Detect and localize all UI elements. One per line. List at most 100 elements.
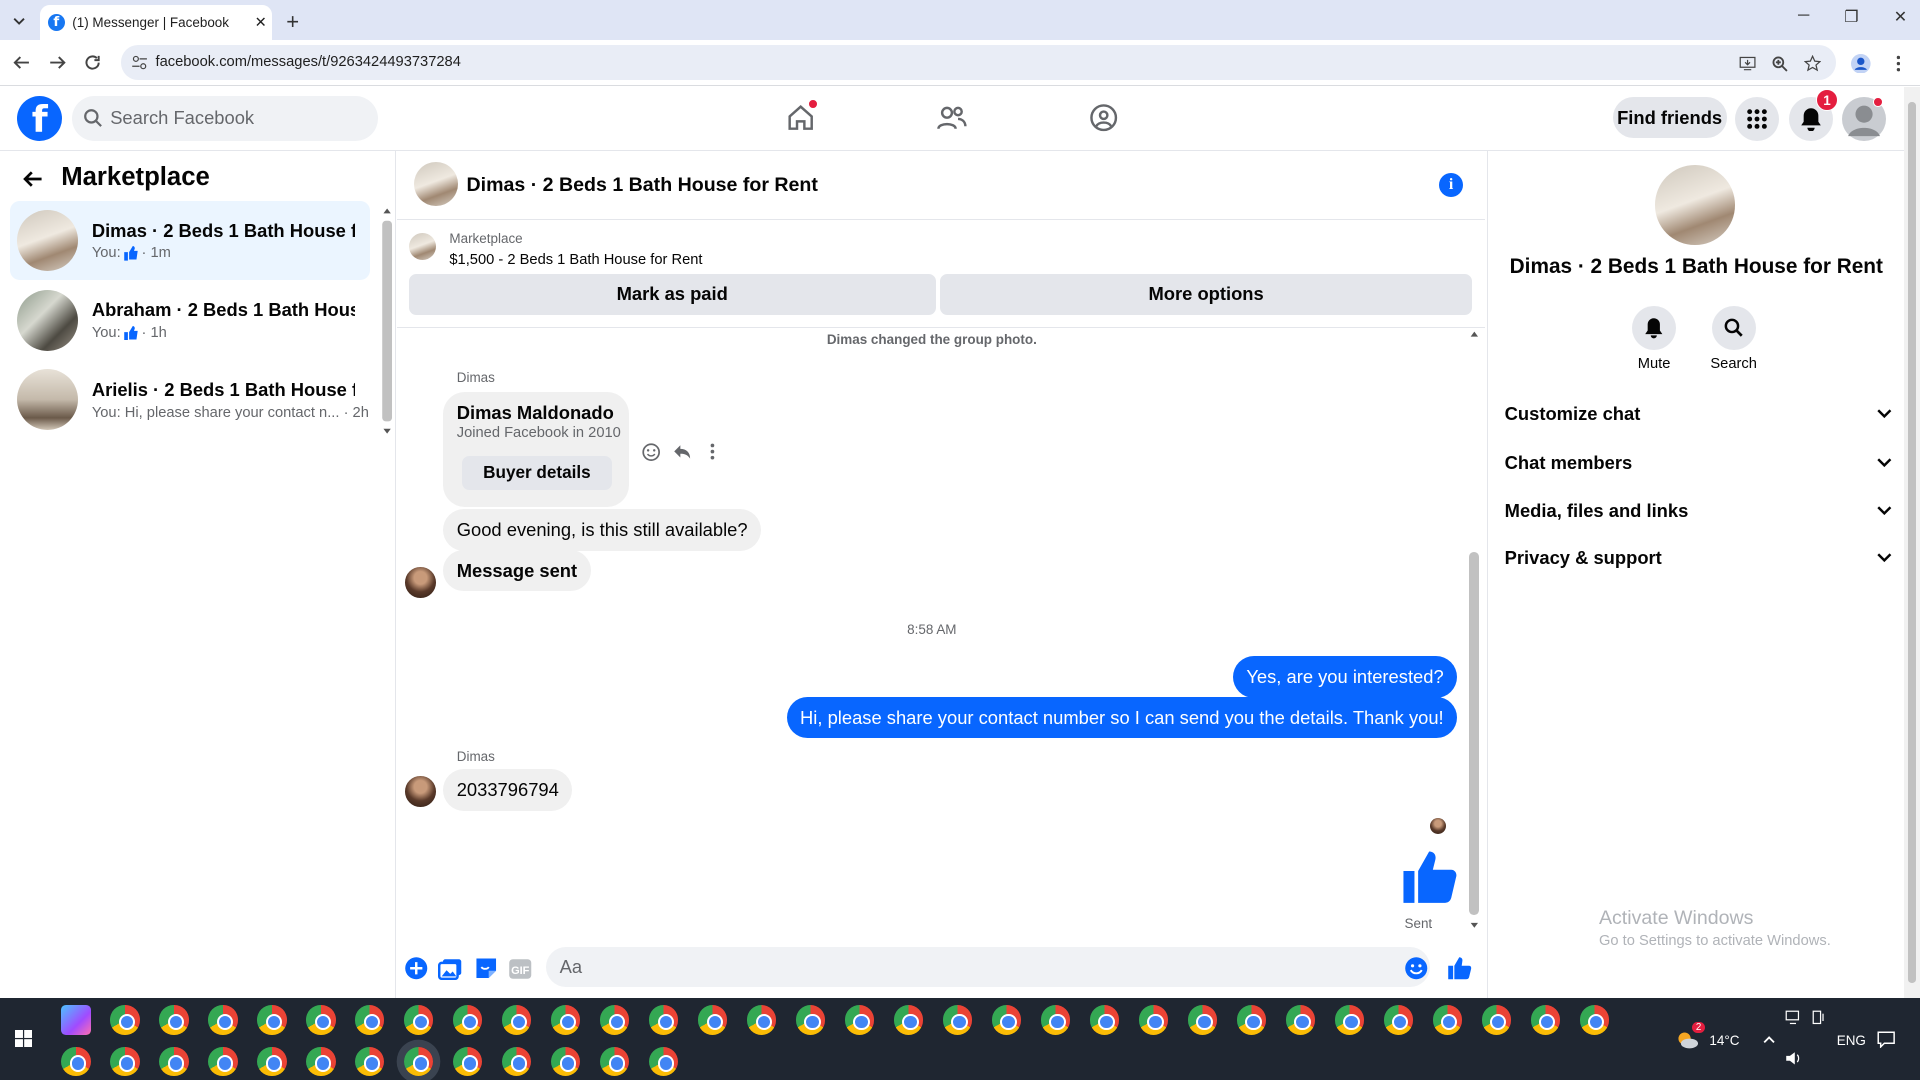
conversation-item[interactable]: Abraham · 2 Beds 1 Bath House ... You: ·…: [10, 280, 370, 360]
chat-members-section[interactable]: Chat members: [1505, 441, 1892, 485]
chrome-taskbar-icon[interactable]: [1236, 1005, 1267, 1035]
chat-scrollbar[interactable]: [1467, 328, 1482, 935]
url-bar[interactable]: facebook.com/messages/t/9263424493737284: [121, 45, 1836, 80]
volume-icon[interactable]: [1785, 1051, 1802, 1066]
chrome-taskbar-icon[interactable]: [1334, 1005, 1365, 1035]
site-info-icon[interactable]: [131, 54, 148, 71]
photo-icon[interactable]: [437, 955, 464, 982]
tab-search-button[interactable]: [7, 10, 31, 32]
chrome-taskbar-icon[interactable]: [991, 1005, 1022, 1035]
browser-menu-icon[interactable]: [1886, 51, 1910, 75]
chrome-taskbar-icon[interactable]: [648, 1005, 679, 1035]
sent-like-thumb-icon[interactable]: [1401, 849, 1457, 905]
zoom-icon[interactable]: [1767, 51, 1791, 75]
more-options-button[interactable]: More options: [940, 274, 1472, 315]
home-nav-icon[interactable]: [782, 99, 819, 136]
chrome-taskbar-icon[interactable]: [306, 1005, 336, 1035]
customize-chat-section[interactable]: Customize chat: [1505, 392, 1892, 436]
show-hidden-icons-chevron-up-icon[interactable]: [1763, 1035, 1775, 1044]
chrome-taskbar-icon[interactable]: [355, 1005, 385, 1035]
message-input[interactable]: Aa: [546, 946, 1431, 987]
temperature[interactable]: 14°C: [1709, 1033, 1739, 1048]
chrome-taskbar-icon[interactable]: [1187, 1005, 1218, 1035]
message-bubble[interactable]: Good evening, is this still available?: [443, 509, 762, 551]
bookmark-star-icon[interactable]: [1800, 51, 1824, 75]
page-scroll-thumb[interactable]: [1907, 101, 1917, 984]
install-app-icon[interactable]: [1735, 51, 1759, 75]
chrome-taskbar-icon[interactable]: [404, 1046, 434, 1077]
plus-icon[interactable]: [403, 955, 430, 982]
chrome-taskbar-icon[interactable]: [600, 1046, 630, 1077]
info-icon[interactable]: i: [1438, 172, 1464, 198]
profile-icon[interactable]: [1849, 51, 1873, 75]
chrome-taskbar-icon[interactable]: [453, 1046, 483, 1077]
chrome-taskbar-icon[interactable]: [1383, 1005, 1414, 1035]
more-actions-icon[interactable]: [702, 441, 724, 463]
my-message-bubble[interactable]: Hi, please share your contact number so …: [786, 696, 1458, 739]
chrome-taskbar-icon[interactable]: [1138, 1005, 1169, 1035]
chrome-taskbar-icon[interactable]: [1432, 1005, 1463, 1035]
chat-title[interactable]: Dimas · 2 Beds 1 Bath House for Rent: [467, 174, 818, 197]
chrome-taskbar-icon[interactable]: [893, 1005, 924, 1035]
privacy-support-section[interactable]: Privacy & support: [1505, 536, 1892, 580]
chat-avatar[interactable]: [413, 161, 458, 206]
restore-button[interactable]: ❐: [1827, 7, 1876, 27]
back-arrow-icon[interactable]: [22, 168, 44, 190]
chrome-taskbar-icon[interactable]: [502, 1046, 532, 1077]
conversation-item[interactable]: Dimas · 2 Beds 1 Bath House for ... You:…: [9, 200, 370, 281]
my-message-bubble[interactable]: Yes, are you interested?: [1232, 656, 1458, 698]
chrome-taskbar-icon[interactable]: [110, 1005, 140, 1035]
browser-tab[interactable]: f (1) Messenger | Facebook ✕: [40, 4, 272, 41]
chrome-taskbar-icon[interactable]: [697, 1005, 728, 1035]
device-icon[interactable]: [1812, 1010, 1827, 1025]
mark-as-paid-button[interactable]: Mark as paid: [408, 274, 936, 315]
emoji-icon[interactable]: [1403, 955, 1430, 982]
facebook-logo[interactable]: f: [17, 95, 63, 141]
chrome-taskbar-icon[interactable]: [257, 1046, 287, 1077]
friends-nav-icon[interactable]: [933, 99, 970, 136]
language-indicator[interactable]: ENG: [1837, 1033, 1866, 1048]
search-facebook-input[interactable]: Search Facebook: [72, 95, 379, 141]
chrome-taskbar-icon[interactable]: [257, 1005, 287, 1035]
chrome-taskbar-icon[interactable]: [551, 1046, 581, 1077]
chrome-taskbar-icon[interactable]: [306, 1046, 336, 1077]
chrome-taskbar-icon[interactable]: [844, 1005, 875, 1035]
menu-grid-button[interactable]: [1735, 96, 1780, 141]
listing-thumbnail[interactable]: [408, 232, 436, 260]
page-scrollbar[interactable]: [1904, 86, 1920, 998]
back-button[interactable]: [10, 50, 34, 74]
chrome-taskbar-icon[interactable]: [648, 1046, 679, 1077]
groups-nav-icon[interactable]: [1085, 99, 1122, 136]
search-chat-button[interactable]: [1711, 306, 1756, 351]
chrome-taskbar-icon[interactable]: [1530, 1005, 1560, 1035]
mute-button[interactable]: [1632, 306, 1677, 351]
chrome-taskbar-icon[interactable]: [600, 1005, 630, 1035]
chrome-taskbar-icon[interactable]: [1481, 1005, 1512, 1035]
close-tab-icon[interactable]: ✕: [250, 14, 272, 31]
network-icon[interactable]: [1785, 1010, 1802, 1025]
chrome-taskbar-icon[interactable]: [61, 1046, 91, 1077]
minimize-button[interactable]: ─: [1779, 7, 1828, 25]
send-like-icon[interactable]: [1446, 955, 1473, 982]
reply-icon[interactable]: [671, 441, 693, 463]
gif-icon[interactable]: GIF: [507, 955, 534, 982]
forward-button[interactable]: [45, 50, 69, 74]
chrome-taskbar-icon[interactable]: [1285, 1005, 1316, 1035]
sender-avatar[interactable]: [405, 776, 436, 807]
chrome-taskbar-icon[interactable]: [1579, 1005, 1609, 1035]
message-bubble[interactable]: 2033796794: [443, 768, 573, 811]
buyer-details-button[interactable]: Buyer details: [461, 455, 613, 490]
close-window-button[interactable]: ✕: [1876, 7, 1920, 27]
chrome-taskbar-icon[interactable]: [159, 1046, 189, 1077]
chrome-taskbar-icon[interactable]: [502, 1005, 532, 1035]
chrome-taskbar-icon[interactable]: [942, 1005, 973, 1035]
chrome-taskbar-icon[interactable]: [110, 1046, 140, 1077]
conversation-item[interactable]: Arielis · 2 Beds 1 Bath House for ... Yo…: [10, 360, 370, 440]
chrome-taskbar-icon[interactable]: [355, 1046, 385, 1077]
conversations-scrollbar[interactable]: [381, 206, 393, 439]
chrome-taskbar-icon[interactable]: [1089, 1005, 1120, 1035]
chat-scroll-thumb[interactable]: [1469, 552, 1480, 915]
chrome-taskbar-icon[interactable]: [551, 1005, 581, 1035]
chrome-taskbar-icon[interactable]: [1040, 1005, 1071, 1035]
sticker-icon[interactable]: [473, 955, 500, 982]
